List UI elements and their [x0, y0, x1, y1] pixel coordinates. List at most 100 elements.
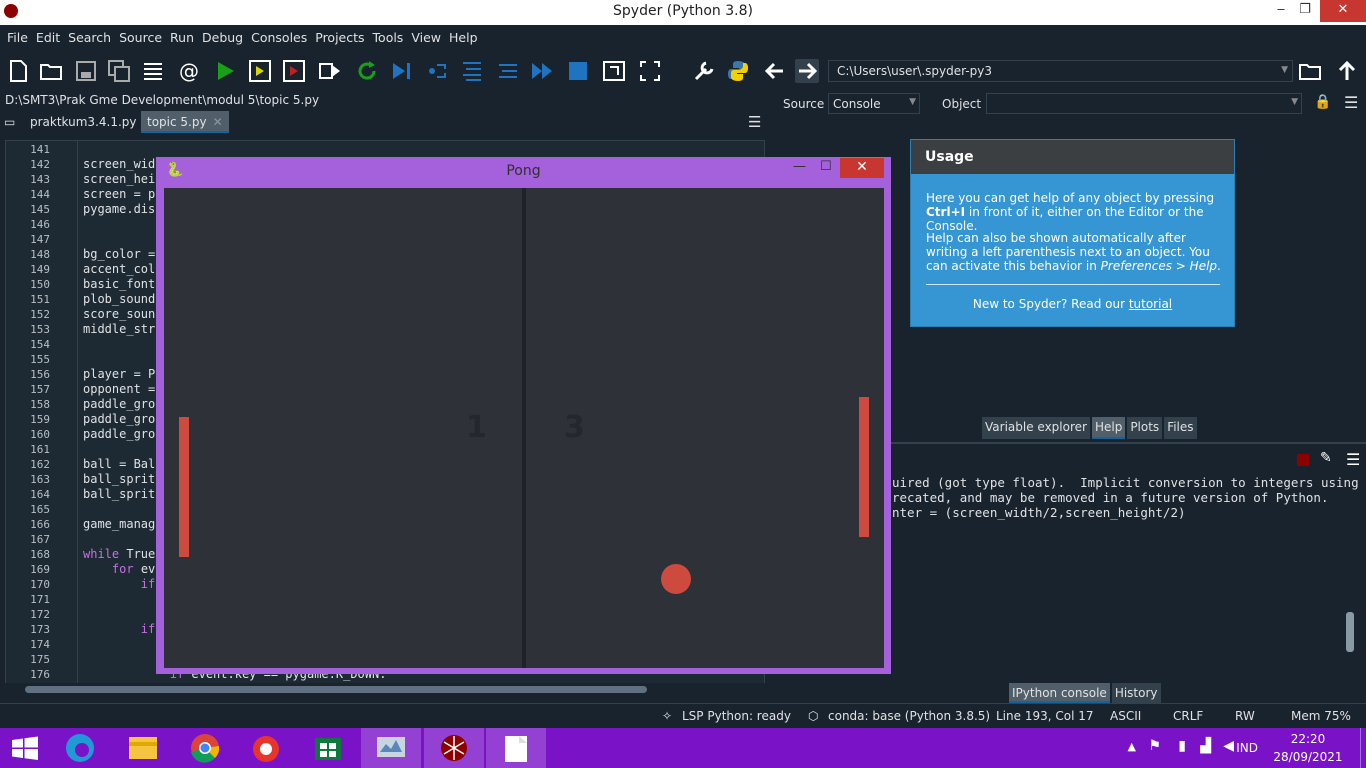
run-icon[interactable]: [213, 59, 237, 83]
code-line: ball_sprite: [83, 487, 163, 501]
forward-icon[interactable]: [795, 59, 819, 83]
game-canvas[interactable]: 1 3: [164, 188, 884, 668]
lock-icon[interactable]: 🔒: [1314, 94, 1331, 110]
menu-help[interactable]: Help: [445, 25, 482, 50]
tab-history[interactable]: History: [1111, 683, 1161, 703]
options-menu-icon[interactable]: ☰: [1346, 450, 1360, 469]
debug-icon[interactable]: [389, 59, 413, 83]
store-icon[interactable]: [298, 728, 358, 768]
notepad-icon[interactable]: [486, 728, 546, 768]
rw-mode: RW: [1235, 709, 1255, 723]
volume-icon[interactable]: ◀: [1223, 738, 1234, 754]
rerun-icon[interactable]: [355, 59, 379, 83]
signal-icon[interactable]: ▟: [1200, 738, 1211, 754]
step-return-icon[interactable]: [496, 59, 520, 83]
clock-date[interactable]: 28/09/2021: [1268, 750, 1348, 764]
line-number: 163: [30, 473, 50, 486]
continue-icon[interactable]: [530, 59, 554, 83]
menu-bar: File Edit Search Source Run Debug Consol…: [0, 25, 1366, 50]
maximize-pane-icon[interactable]: [602, 59, 626, 83]
menu-debug[interactable]: Debug: [198, 25, 247, 50]
run-cell-advance-icon[interactable]: [282, 59, 306, 83]
window-title: Spyder (Python 3.8): [613, 3, 753, 19]
usage-paragraph-1: Here you can get help of any object by p…: [926, 191, 1215, 233]
stop-kernel-icon[interactable]: [1297, 454, 1309, 466]
clock-time[interactable]: 22:20: [1268, 732, 1348, 746]
python-path-icon[interactable]: [726, 59, 750, 83]
edge-icon[interactable]: [50, 728, 110, 768]
browse-folder-icon[interactable]: [1298, 59, 1322, 83]
code-line: score_sound: [83, 307, 163, 321]
monitor-app-icon[interactable]: [361, 728, 421, 768]
menu-search[interactable]: Search: [64, 25, 115, 50]
source-combo[interactable]: Console ▼: [828, 93, 920, 114]
language-indicator[interactable]: IND: [1236, 741, 1258, 755]
preferences-icon[interactable]: [692, 59, 716, 83]
fullscreen-icon[interactable]: [638, 59, 662, 83]
open-file-icon[interactable]: [39, 59, 63, 83]
editor-tabs: ▭ praktkum3.4.1.py✕ topic 5.py ✕ ☰: [0, 110, 772, 134]
line-number: 142: [30, 158, 50, 171]
flag-icon[interactable]: ⚑: [1148, 738, 1161, 754]
browse-tabs-icon[interactable]: ▭: [0, 111, 24, 133]
tutorial-link[interactable]: tutorial: [1129, 297, 1172, 311]
step-into-icon[interactable]: [460, 59, 484, 83]
close-button[interactable]: ✕: [1320, 0, 1366, 22]
menu-run[interactable]: Run: [166, 25, 198, 50]
tab-ipython-console[interactable]: IPython console: [1009, 683, 1110, 703]
save-all-icon[interactable]: [107, 59, 131, 83]
menu-tools[interactable]: Tools: [369, 25, 408, 50]
menu-consoles[interactable]: Consoles: [247, 25, 311, 50]
pong-maximize-button[interactable]: ☐: [820, 159, 832, 174]
show-desktop-button[interactable]: [1360, 728, 1366, 768]
restore-button[interactable]: ❐: [1290, 0, 1320, 22]
line-number: 175: [30, 653, 50, 666]
line-number: 172: [30, 608, 50, 621]
pong-close-button[interactable]: ✕: [840, 158, 884, 178]
new-file-icon[interactable]: [6, 59, 30, 83]
conda-status[interactable]: conda: base (Python 3.8.5): [828, 709, 990, 723]
tab-help[interactable]: Help: [1091, 417, 1126, 439]
stop-icon[interactable]: [566, 59, 590, 83]
save-icon[interactable]: [74, 59, 98, 83]
working-directory-combo[interactable]: C:\Users\user\.spyder-py3 ▼: [828, 60, 1293, 82]
menu-projects[interactable]: Projects: [311, 25, 368, 50]
file-explorer-icon[interactable]: [113, 728, 173, 768]
options-menu-icon[interactable]: ☰: [1344, 93, 1358, 112]
menu-view[interactable]: View: [407, 25, 445, 50]
eraser-icon[interactable]: ✎: [1320, 450, 1332, 466]
recorder-icon[interactable]: [236, 728, 296, 768]
step-icon[interactable]: [425, 59, 449, 83]
tab-files[interactable]: Files: [1164, 417, 1197, 439]
parent-dir-icon[interactable]: [1335, 59, 1359, 83]
menu-file[interactable]: File: [3, 25, 32, 50]
run-cell-icon[interactable]: [248, 59, 272, 83]
spyder-taskbar-icon[interactable]: [424, 728, 484, 768]
battery-icon[interactable]: ▮: [1178, 738, 1186, 754]
lsp-status[interactable]: LSP Python: ready: [682, 709, 791, 723]
options-menu-icon[interactable]: ☰: [744, 111, 765, 133]
chrome-icon[interactable]: [175, 728, 235, 768]
console-pane-tabs: IPython console History: [1009, 683, 1161, 703]
object-combo[interactable]: ▼: [986, 93, 1302, 114]
chevron-up-icon[interactable]: ▲: [1128, 740, 1136, 753]
run-selection-icon[interactable]: [318, 59, 342, 83]
back-icon[interactable]: [763, 59, 787, 83]
close-icon[interactable]: ✕: [213, 115, 223, 129]
line-number: 147: [30, 233, 50, 246]
scrollbar-thumb[interactable]: [25, 686, 647, 693]
line-number: 165: [30, 503, 50, 516]
tab-plots[interactable]: Plots: [1127, 417, 1163, 439]
tab-topic5[interactable]: topic 5.py ✕: [141, 111, 229, 133]
pong-minimize-button[interactable]: —: [793, 159, 806, 174]
tab-praktkum[interactable]: praktkum3.4.1.py✕: [24, 111, 159, 133]
menu-edit[interactable]: Edit: [32, 25, 64, 50]
opponent-paddle: [859, 397, 869, 537]
at-icon[interactable]: @: [177, 59, 201, 83]
console-scrollbar-thumb[interactable]: [1346, 612, 1354, 652]
menu-source[interactable]: Source: [115, 25, 166, 50]
outline-icon[interactable]: [141, 59, 165, 83]
horizontal-scrollbar[interactable]: [5, 683, 765, 695]
start-button[interactable]: [0, 728, 50, 768]
tab-variable-explorer[interactable]: Variable explorer: [982, 417, 1090, 439]
